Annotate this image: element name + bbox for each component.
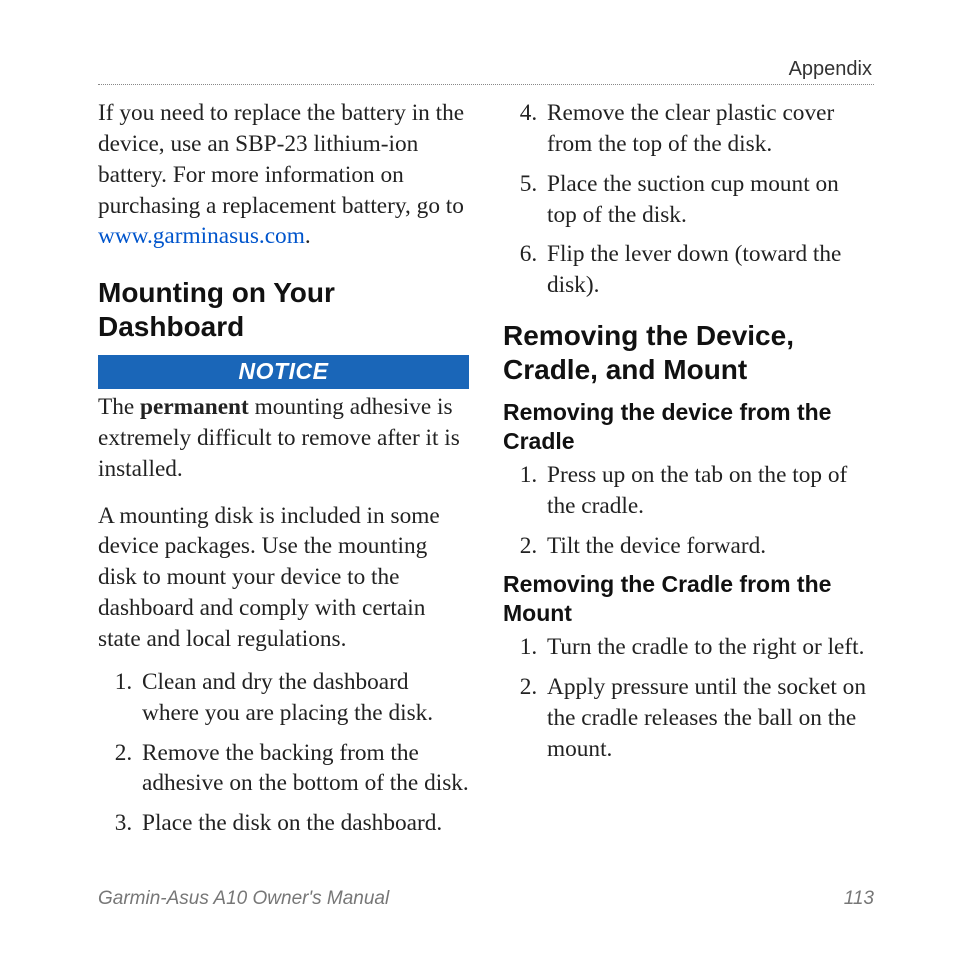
left-column: If you need to replace the battery in th…: [98, 98, 469, 868]
battery-paragraph: If you need to replace the battery in th…: [98, 98, 469, 252]
manual-page: Appendix If you need to replace the batt…: [0, 0, 954, 954]
step-4: Remove the clear plastic cover from the …: [543, 98, 874, 160]
notice-banner: NOTICE: [98, 355, 469, 388]
mounting-steps-4-6: Remove the clear plastic cover from the …: [503, 98, 874, 301]
remove-cradle-steps: Turn the cradle to the right or left. Ap…: [503, 632, 874, 764]
remove-device-step-2: Tilt the device forward.: [543, 531, 874, 562]
heading-removing: Removing the Device, Cradle, and Mount: [503, 319, 874, 386]
step-2: Remove the backing from the adhesive on …: [138, 738, 469, 800]
battery-text-pre: If you need to replace the battery in th…: [98, 100, 464, 219]
header-section: Appendix: [789, 58, 872, 81]
mounting-steps-1-3: Clean and dry the dashboard where you ar…: [98, 667, 469, 839]
notice-text-pre: The: [98, 394, 140, 420]
step-6: Flip the lever down (toward the disk).: [543, 239, 874, 301]
disk-paragraph: A mounting disk is included in some devi…: [98, 501, 469, 655]
two-column-layout: If you need to replace the battery in th…: [98, 98, 874, 868]
remove-device-steps: Press up on the tab on the top of the cr…: [503, 460, 874, 562]
battery-link[interactable]: www.garminasus.com: [98, 223, 305, 249]
footer-page-number: 113: [844, 888, 874, 910]
step-1: Clean and dry the dashboard where you ar…: [138, 667, 469, 729]
notice-text-bold: permanent: [140, 394, 249, 420]
remove-device-step-1: Press up on the tab on the top of the cr…: [543, 460, 874, 522]
battery-text-post: .: [305, 223, 311, 249]
right-column: Remove the clear plastic cover from the …: [503, 98, 874, 868]
header-rule: [98, 84, 874, 85]
footer-title: Garmin-Asus A10 Owner's Manual: [98, 888, 389, 910]
step-5: Place the suction cup mount on top of th…: [543, 169, 874, 231]
remove-cradle-step-1: Turn the cradle to the right or left.: [543, 632, 874, 663]
remove-cradle-step-2: Apply pressure until the socket on the c…: [543, 672, 874, 765]
subheading-remove-device: Removing the device from the Cradle: [503, 398, 874, 456]
step-3: Place the disk on the dashboard.: [138, 808, 469, 839]
subheading-remove-cradle: Removing the Cradle from the Mount: [503, 570, 874, 628]
notice-paragraph: The permanent mounting adhesive is extre…: [98, 392, 469, 485]
heading-mounting: Mounting on Your Dashboard: [98, 276, 469, 343]
page-footer: Garmin-Asus A10 Owner's Manual 113: [98, 888, 874, 910]
